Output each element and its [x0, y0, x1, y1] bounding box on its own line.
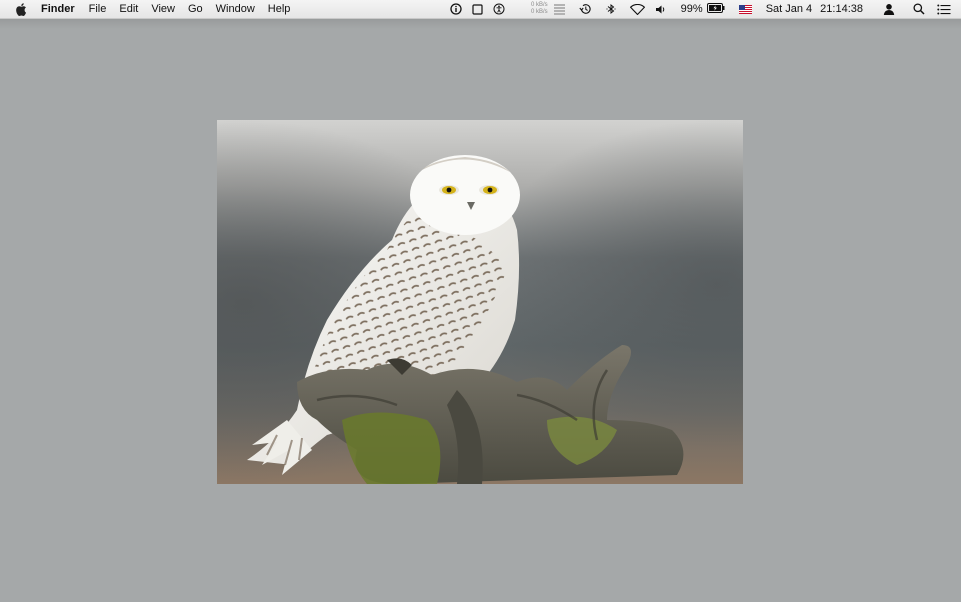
net-download-rate: 0 kB/s [530, 9, 548, 15]
menu-bar-left: Finder File Edit View Go Window Help [0, 0, 303, 18]
battery-percent: 99% [680, 3, 703, 15]
menu-bar: Finder File Edit View Go Window Help 0 k… [0, 0, 961, 19]
user-icon[interactable] [883, 0, 895, 18]
owl-illustration [217, 120, 743, 484]
time-machine-icon[interactable] [579, 0, 592, 18]
flag-us-icon[interactable] [738, 0, 752, 18]
menu-go[interactable]: Go [188, 3, 203, 15]
bluetooth-icon[interactable] [606, 0, 616, 18]
menu-bar-shadow [0, 19, 961, 29]
menu-bar-date[interactable]: Sat Jan 4 [766, 3, 812, 15]
accessibility-icon[interactable] [493, 0, 505, 18]
menu-bar-status-area: 0 kB/s 0 kB/s 99% Sat Jan 4 21:14:38 [440, 0, 961, 18]
volume-icon[interactable] [655, 0, 667, 18]
app-menu-finder[interactable]: Finder [41, 3, 75, 15]
wifi-icon[interactable] [629, 0, 645, 18]
network-monitor-icon[interactable]: 0 kB/s 0 kB/s [515, 0, 565, 18]
spotlight-search-icon[interactable] [913, 0, 925, 18]
menu-file[interactable]: File [89, 3, 107, 15]
apple-icon[interactable] [15, 2, 27, 16]
menu-edit[interactable]: Edit [119, 3, 138, 15]
snowy-owl-photo [217, 120, 743, 484]
menu-help[interactable]: Help [268, 3, 291, 15]
menu-bar-time[interactable]: 21:14:38 [820, 3, 863, 15]
battery-icon [706, 2, 725, 16]
menu-view[interactable]: View [151, 3, 175, 15]
notification-center-icon[interactable] [937, 0, 951, 18]
square-icon[interactable] [472, 0, 483, 18]
network-rates: 0 kB/s 0 kB/s [531, 2, 548, 16]
activity-bars-icon [553, 3, 565, 15]
battery-status[interactable]: 99% [681, 0, 725, 18]
net-upload-rate: 0 kB/s [530, 2, 548, 8]
info-icon[interactable] [450, 0, 462, 18]
menu-window[interactable]: Window [216, 3, 255, 15]
